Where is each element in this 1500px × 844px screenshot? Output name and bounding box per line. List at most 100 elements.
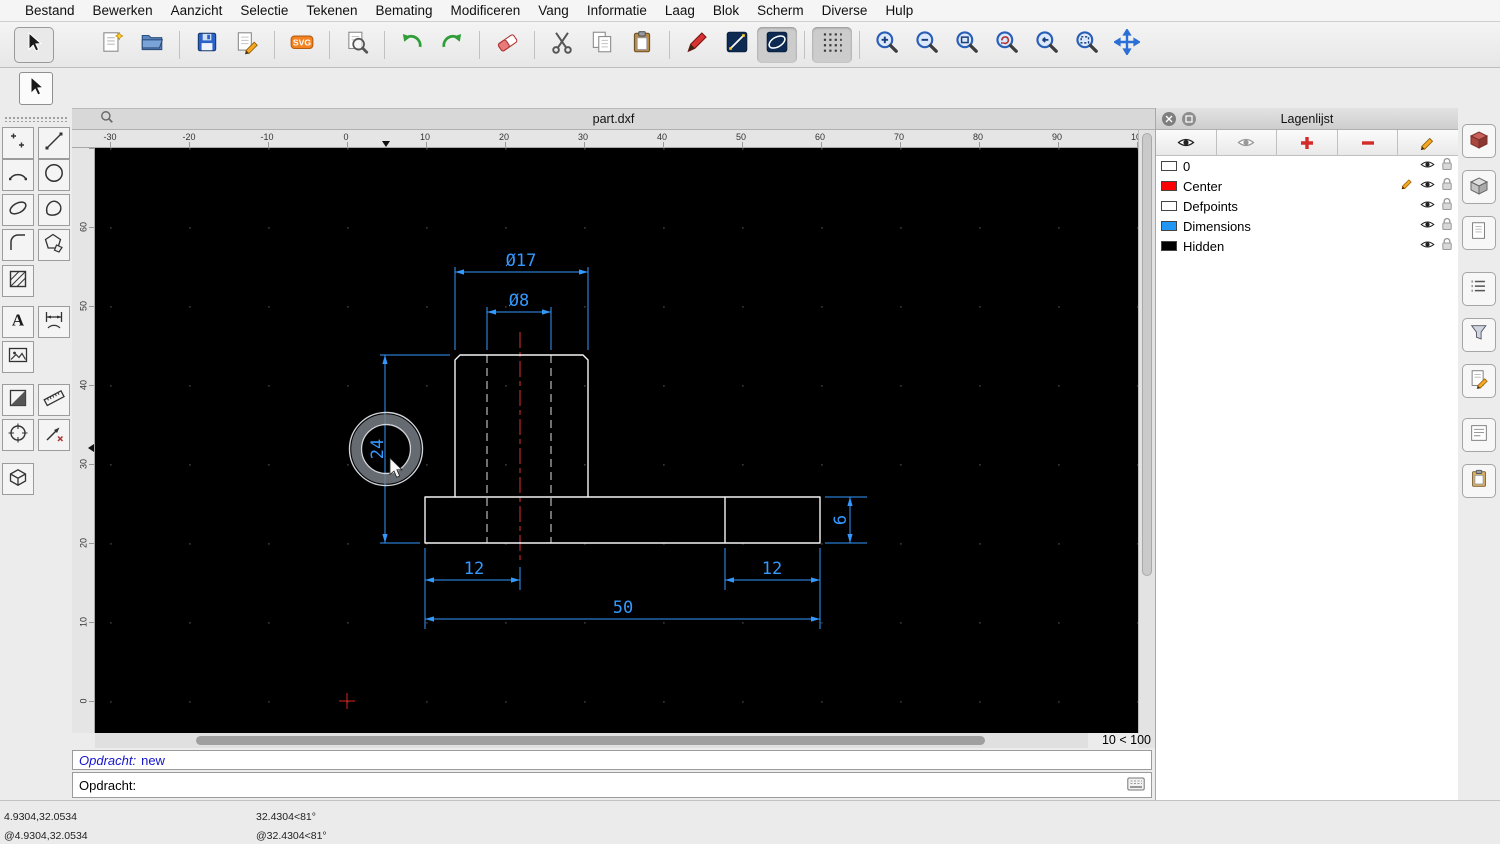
- layer-visibility-icon[interactable]: [1420, 217, 1435, 235]
- menu-hulp[interactable]: Hulp: [876, 3, 922, 18]
- menu-diverse[interactable]: Diverse: [813, 3, 877, 18]
- line-tool-button[interactable]: [38, 127, 70, 159]
- ellipse-attributes-button[interactable]: [757, 27, 797, 63]
- image-tool-button[interactable]: [2, 341, 34, 373]
- pan-button[interactable]: [1107, 27, 1147, 63]
- menu-modificeren[interactable]: Modificeren: [442, 3, 530, 18]
- select-tool-option-button[interactable]: [19, 72, 53, 105]
- menu-informatie[interactable]: Informatie: [578, 3, 656, 18]
- undo-button[interactable]: [392, 27, 432, 63]
- select-tool-button[interactable]: [14, 27, 54, 63]
- save-button[interactable]: [187, 27, 227, 63]
- command-line: Opdracht:: [72, 772, 1152, 798]
- horizontal-scroll-thumb[interactable]: [196, 736, 985, 745]
- layer-row-defpoints[interactable]: Defpoints: [1156, 196, 1458, 216]
- layer-lock-icon[interactable]: [1441, 197, 1453, 216]
- menu-scherm[interactable]: Scherm: [748, 3, 813, 18]
- delete-button[interactable]: [487, 27, 527, 63]
- copy-button[interactable]: [582, 27, 622, 63]
- layer-row-0[interactable]: 0: [1156, 156, 1458, 176]
- command-input[interactable]: [144, 778, 1127, 793]
- text-tool-button[interactable]: A: [2, 306, 34, 338]
- zoom-window-button[interactable]: [1067, 27, 1107, 63]
- polygon-tool-button[interactable]: [38, 229, 70, 261]
- zoom-auto-button[interactable]: [947, 27, 987, 63]
- layer-lock-icon[interactable]: [1441, 237, 1453, 256]
- circle-tool-button[interactable]: [38, 159, 70, 191]
- cut-button[interactable]: [542, 27, 582, 63]
- layer-visibility-icon[interactable]: [1420, 237, 1435, 255]
- menu-vang[interactable]: Vang: [529, 3, 578, 18]
- zoom-previous-button[interactable]: [1027, 27, 1067, 63]
- edit-panel-toggle-button[interactable]: [1462, 364, 1496, 398]
- zoom-in-button[interactable]: [867, 27, 907, 63]
- ellipse-tool-button[interactable]: [2, 194, 34, 226]
- redo-button[interactable]: [432, 27, 472, 63]
- dimension-tool-button[interactable]: [38, 306, 70, 338]
- remove-layer-button[interactable]: [1338, 130, 1399, 155]
- list-panel-toggle-button[interactable]: [1462, 272, 1496, 306]
- line-attributes-button[interactable]: [717, 27, 757, 63]
- add-layer-button[interactable]: [1277, 130, 1338, 155]
- grid-toggle-button[interactable]: [812, 27, 852, 63]
- zoom-redraw-button[interactable]: [987, 27, 1027, 63]
- paste-button[interactable]: [622, 27, 662, 63]
- pen-attributes-button[interactable]: [677, 27, 717, 63]
- keyboard-toggle-icon[interactable]: [1127, 777, 1145, 794]
- vertical-scroll-thumb[interactable]: [1142, 133, 1152, 576]
- layer-visibility-icon[interactable]: [1420, 157, 1435, 175]
- layer-row-hidden[interactable]: Hidden: [1156, 236, 1458, 256]
- open-file-button[interactable]: [132, 27, 172, 63]
- block-list-toggle-button[interactable]: [1462, 170, 1496, 204]
- save-as-button[interactable]: [227, 27, 267, 63]
- iso-cube-tool-button[interactable]: [2, 463, 34, 495]
- menu-bemating[interactable]: Bemating: [366, 3, 441, 18]
- circle-center-tool-button[interactable]: [2, 419, 34, 451]
- scissors-icon: [549, 29, 575, 60]
- layer-visibility-icon[interactable]: [1420, 177, 1435, 195]
- hide-all-layers-button[interactable]: [1217, 130, 1278, 155]
- menu-tekenen[interactable]: Tekenen: [297, 3, 366, 18]
- layer-lock-icon[interactable]: [1441, 157, 1453, 176]
- layer-lock-icon[interactable]: [1441, 217, 1453, 236]
- layer-row-center[interactable]: Center: [1156, 176, 1458, 196]
- menu-laag[interactable]: Laag: [656, 3, 704, 18]
- menu-bewerken[interactable]: Bewerken: [84, 3, 162, 18]
- layer-visibility-icon[interactable]: [1420, 197, 1435, 215]
- drawing-canvas[interactable]: Ø17 Ø8 24 6 12 12 50: [95, 148, 1138, 733]
- spline-tool-button[interactable]: [38, 194, 70, 226]
- print-preview-button[interactable]: [337, 27, 377, 63]
- circle-center-icon: [7, 422, 29, 449]
- edit-layer-button[interactable]: [1398, 130, 1458, 155]
- menu-selectie[interactable]: Selectie: [231, 3, 297, 18]
- float-panel-button[interactable]: [1182, 112, 1196, 126]
- hatch-tool-button[interactable]: [2, 265, 34, 297]
- measure-tool-button[interactable]: [38, 384, 70, 416]
- page-panel-toggle-button[interactable]: [1462, 216, 1496, 250]
- points-tool-button[interactable]: [2, 127, 34, 159]
- menu-blok[interactable]: Blok: [704, 3, 748, 18]
- arc-tool-button[interactable]: [2, 159, 34, 191]
- snap-tool-button[interactable]: [38, 419, 70, 451]
- points-icon: [7, 130, 29, 157]
- menu-bestand[interactable]: Bestand: [16, 3, 84, 18]
- spline-icon: [43, 197, 65, 224]
- vertical-scrollbar[interactable]: [1138, 130, 1155, 733]
- close-panel-button[interactable]: [1162, 112, 1176, 126]
- fill-tool-button[interactable]: [2, 384, 34, 416]
- command-panel-toggle-button[interactable]: [1462, 418, 1496, 452]
- layer-lock-icon[interactable]: [1441, 177, 1453, 196]
- show-all-layers-button[interactable]: [1156, 130, 1217, 155]
- new-file-button[interactable]: [92, 27, 132, 63]
- fill-icon: [7, 387, 29, 414]
- horizontal-scrollbar[interactable]: [95, 733, 1088, 748]
- polyline-tool-button[interactable]: [2, 229, 34, 261]
- zoom-out-button[interactable]: [907, 27, 947, 63]
- filter-panel-toggle-button[interactable]: [1462, 318, 1496, 352]
- layer-row-dimensions[interactable]: Dimensions: [1156, 216, 1458, 236]
- palette-drag-handle[interactable]: [4, 116, 68, 122]
- svg-export-button[interactable]: SVG: [282, 27, 322, 63]
- library-browser-toggle-button[interactable]: [1462, 124, 1496, 158]
- menu-aanzicht[interactable]: Aanzicht: [162, 3, 232, 18]
- clipboard-panel-toggle-button[interactable]: [1462, 464, 1496, 498]
